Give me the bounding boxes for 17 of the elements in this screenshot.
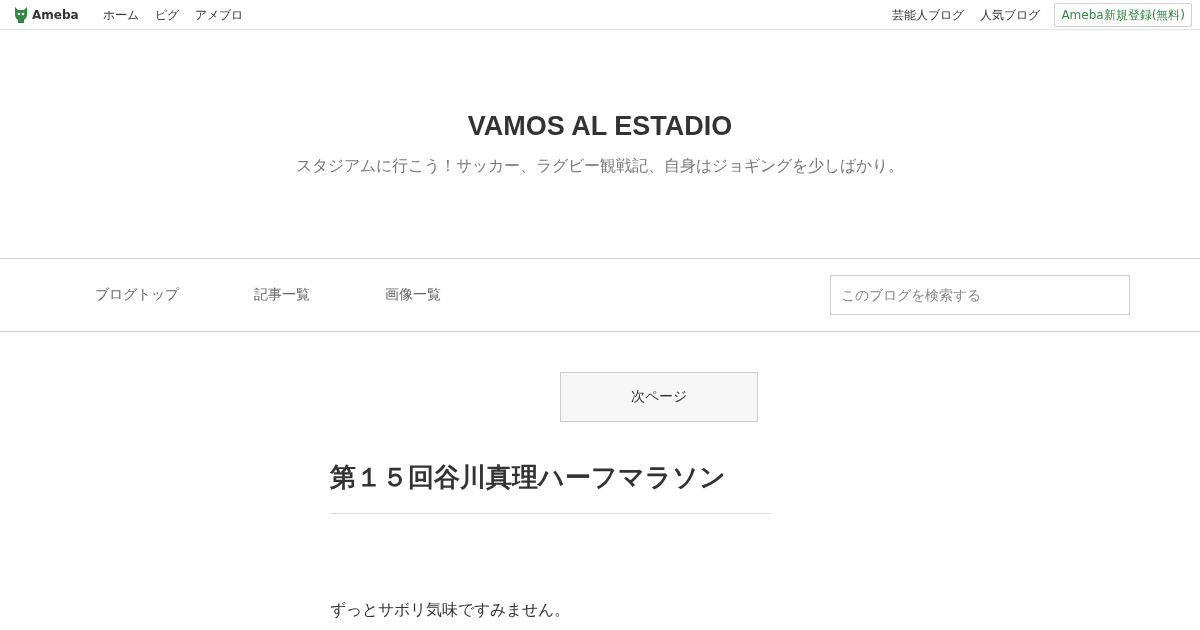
blog-description: スタジアムに行こう！サッカー、ラグビー観戦記、自身はジョギングを少しばかり。 <box>296 156 904 177</box>
nav-link[interactable]: アメブロ <box>194 6 243 23</box>
logo-text[interactable]: Ameba <box>32 7 79 22</box>
blog-title[interactable]: VAMOS AL ESTADIO <box>467 111 733 142</box>
article-title[interactable]: 第１５回谷川真理ハーフマラソン <box>330 460 770 514</box>
logo-icon <box>13 5 29 24</box>
signup-button[interactable]: Ameba新規登録(無料) <box>1054 2 1192 27</box>
blog-nav-link[interactable]: 記事一覧 <box>254 286 310 304</box>
nav-link[interactable]: ホーム <box>102 6 139 23</box>
search-field[interactable]: このブログを検索する <box>830 275 1130 315</box>
nav-link[interactable]: ピグ <box>154 6 179 23</box>
blog-nav-link[interactable]: 画像一覧 <box>385 286 441 304</box>
nav-link[interactable]: 人気ブログ <box>980 6 1041 23</box>
next-page-button[interactable]: 次ページ <box>560 372 758 422</box>
blog-nav-link[interactable]: ブログトップ <box>95 286 179 304</box>
nav-link[interactable]: 芸能人ブログ <box>892 6 965 23</box>
article-text: ずっとサボリ気味ですみません。 <box>330 600 571 621</box>
